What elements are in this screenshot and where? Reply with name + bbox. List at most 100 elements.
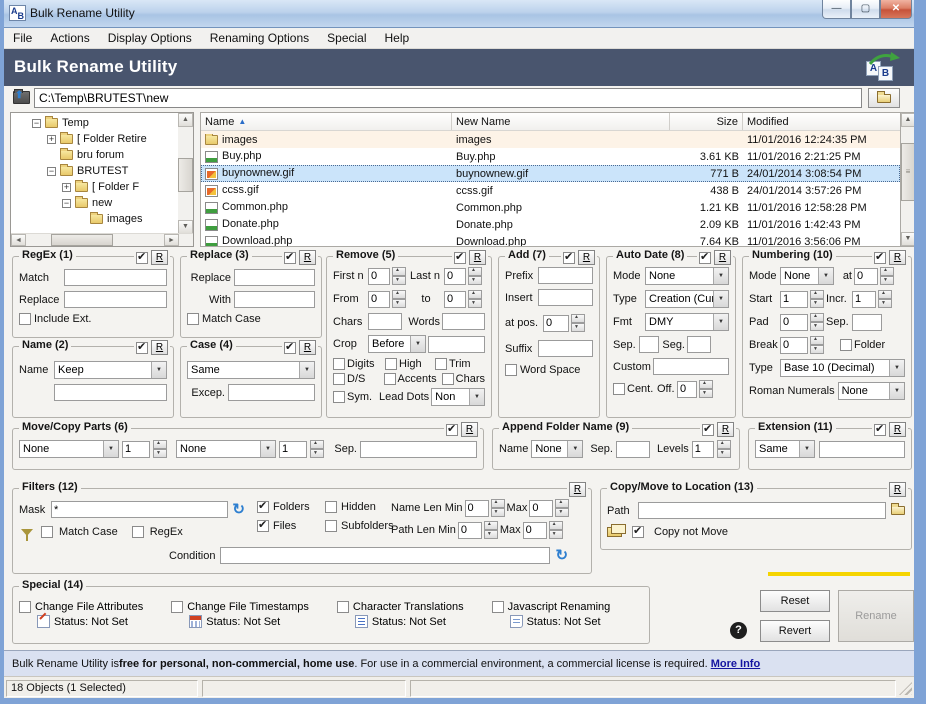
file-list-vertical-scrollbar[interactable]: ▲ ≡ ▼ [900, 112, 916, 247]
num-start-spinner[interactable] [810, 290, 824, 308]
to-input[interactable] [444, 291, 466, 308]
tree-item[interactable]: bru forum [11, 147, 178, 163]
close-button[interactable]: ✕ [880, 0, 912, 19]
with-input[interactable] [234, 291, 315, 308]
last-n-input[interactable] [444, 268, 466, 285]
name-len-min-spinner[interactable] [491, 499, 505, 517]
filter-match-case-checkbox[interactable] [41, 526, 53, 538]
add-reset-button[interactable]: R [578, 250, 595, 265]
name-reset-button[interactable]: R [151, 340, 168, 355]
remove-enable-checkbox[interactable] [454, 252, 466, 264]
append-levels-input[interactable] [692, 441, 714, 458]
chars-checkbox[interactable] [442, 373, 454, 385]
from-spinner[interactable] [392, 290, 406, 308]
crop-input[interactable] [428, 336, 485, 353]
name-len-max-input[interactable] [529, 500, 553, 517]
menu-item-special[interactable]: Special [318, 31, 375, 45]
dropdown-arrow-icon[interactable] [713, 314, 728, 330]
extension-input[interactable] [819, 441, 905, 458]
file-list-scroll-thumb[interactable]: ≡ [901, 143, 915, 201]
resize-grip[interactable] [899, 682, 912, 695]
scroll-down-icon[interactable]: ▼ [901, 232, 915, 246]
num-start-input[interactable] [780, 291, 808, 308]
browse-folder-button[interactable] [868, 88, 900, 108]
regex-reset-button[interactable]: R [151, 250, 168, 265]
movecopy-enable-checkbox[interactable] [446, 424, 458, 436]
menu-item-actions[interactable]: Actions [41, 31, 98, 45]
menu-item-renaming-options[interactable]: Renaming Options [201, 31, 318, 45]
num-incr-input[interactable] [852, 291, 876, 308]
copy-not-move-checkbox[interactable] [632, 526, 644, 538]
column-header-modified[interactable]: Modified [743, 113, 900, 130]
digits-checkbox[interactable] [333, 358, 345, 370]
at-pos-input[interactable] [543, 315, 569, 332]
path-len-max-input[interactable] [523, 522, 547, 539]
date-sep-input[interactable] [639, 336, 659, 353]
append-reset-button[interactable]: R [717, 422, 734, 437]
name-mode-dropdown[interactable]: Keep [54, 361, 167, 379]
replace-input[interactable] [234, 269, 315, 286]
num-pad-spinner[interactable] [810, 313, 824, 331]
special-checkbox[interactable] [492, 601, 504, 613]
movecopy-count1-input[interactable] [122, 441, 150, 458]
case-reset-button[interactable]: R [299, 340, 316, 355]
scroll-left-icon[interactable]: ◄ [11, 234, 26, 246]
trim-checkbox[interactable] [435, 358, 447, 370]
num-break-spinner[interactable] [810, 336, 824, 354]
file-row[interactable]: imagesimages11/01/2016 12:24:35 PM [201, 131, 900, 148]
tree-item[interactable]: −new [11, 195, 178, 211]
mask-input[interactable] [51, 501, 228, 518]
replace-match-case-checkbox[interactable] [187, 313, 199, 325]
to-spinner[interactable] [468, 290, 482, 308]
movecopy-count2-spinner[interactable] [310, 440, 324, 458]
tree-hscroll-thumb[interactable] [51, 234, 113, 246]
dropdown-arrow-icon[interactable] [469, 389, 484, 405]
date-type-dropdown[interactable]: Creation (Cur [645, 290, 729, 308]
dropdown-arrow-icon[interactable] [889, 383, 904, 399]
last-n-spinner[interactable] [468, 267, 482, 285]
dropdown-arrow-icon[interactable] [713, 291, 728, 307]
num-sep-input[interactable] [852, 314, 882, 331]
rename-button[interactable]: Rename [838, 590, 914, 642]
dropdown-arrow-icon[interactable] [260, 441, 275, 457]
tree-item[interactable]: −Temp [11, 115, 178, 131]
regex-replace-input[interactable] [64, 291, 167, 308]
browse-folder-icon[interactable] [891, 506, 905, 515]
off-spinner[interactable] [699, 380, 713, 398]
scroll-down-icon[interactable]: ▼ [178, 220, 193, 234]
dropdown-arrow-icon[interactable] [299, 362, 314, 378]
movecopy-sep-input[interactable] [360, 441, 477, 458]
prefix-input[interactable] [538, 267, 593, 284]
autodate-reset-button[interactable]: R [714, 250, 731, 265]
at-pos-spinner[interactable] [571, 314, 585, 332]
date-fmt-dropdown[interactable]: DMY [645, 313, 729, 331]
remove-reset-button[interactable]: R [469, 250, 486, 265]
parent-folder-icon[interactable] [13, 91, 30, 104]
crop-mode-dropdown[interactable]: Before [368, 335, 426, 353]
title-bar[interactable]: Bulk Rename Utility — ▢ ✕ [0, 0, 926, 28]
tree-expander-icon[interactable]: − [47, 167, 56, 176]
scroll-right-icon[interactable]: ► [164, 234, 179, 246]
autodate-enable-checkbox[interactable] [699, 252, 711, 264]
dropdown-arrow-icon[interactable] [567, 441, 582, 457]
date-seg-input[interactable] [687, 336, 711, 353]
minimize-button[interactable]: — [822, 0, 851, 19]
cent-checkbox[interactable] [613, 383, 625, 395]
dropdown-arrow-icon[interactable] [889, 360, 904, 376]
file-row[interactable]: ccss.gifccss.gif438 B24/01/2014 3:57:26 … [201, 182, 900, 199]
accents-checkbox[interactable] [384, 373, 396, 385]
append-sep-input[interactable] [616, 441, 650, 458]
condition-input[interactable] [220, 547, 550, 564]
excep-input[interactable] [228, 384, 315, 401]
copy-path-input[interactable] [638, 502, 886, 519]
special-checkbox[interactable] [19, 601, 31, 613]
filter-folders-checkbox[interactable] [257, 501, 269, 513]
include-ext-checkbox[interactable] [19, 313, 31, 325]
path-len-min-spinner[interactable] [484, 521, 498, 539]
suffix-input[interactable] [538, 340, 593, 357]
ds-checkbox[interactable] [333, 373, 345, 385]
menu-item-help[interactable]: Help [376, 31, 419, 45]
filter-hidden-checkbox[interactable] [325, 501, 337, 513]
file-row[interactable]: Buy.phpBuy.php3.61 KB11/01/2016 2:21:25 … [201, 148, 900, 165]
insert-input[interactable] [538, 289, 593, 306]
